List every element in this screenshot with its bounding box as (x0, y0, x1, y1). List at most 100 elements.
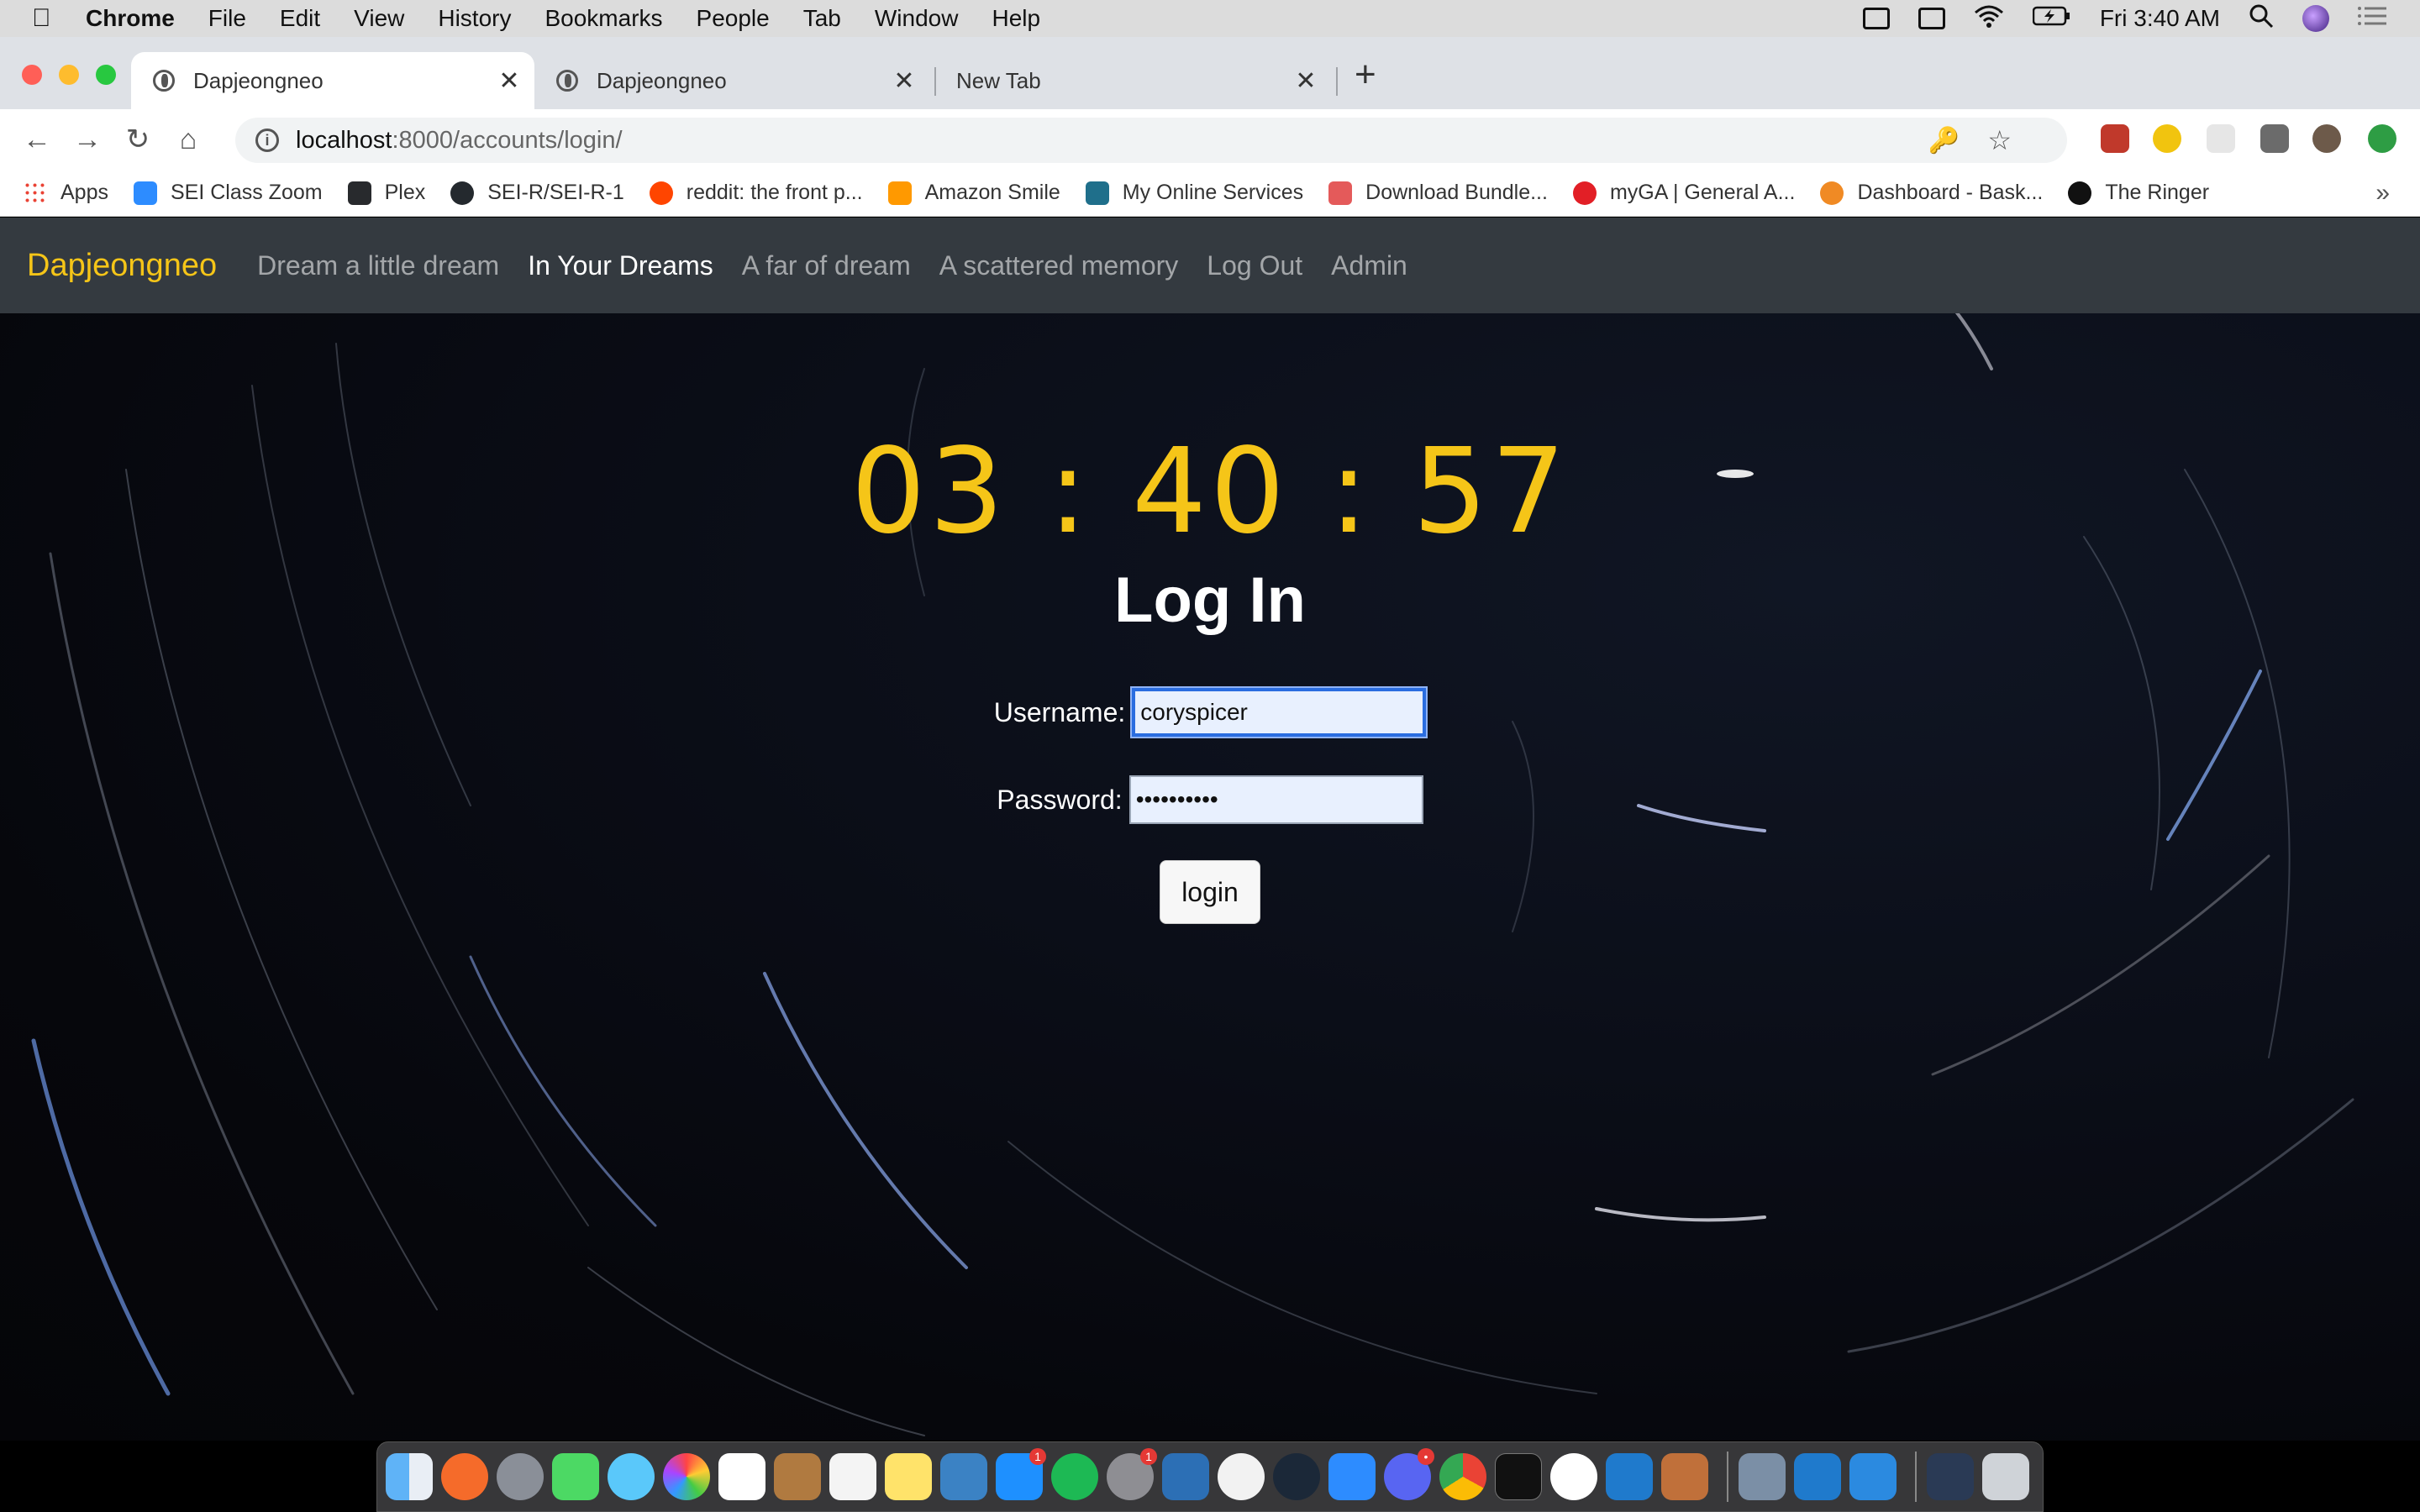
bookmark-label: Apps (60, 181, 108, 204)
firefox-icon[interactable] (441, 1453, 488, 1500)
bookmark-my-online-services[interactable]: My Online Services (1085, 181, 1303, 205)
slack-icon[interactable] (1550, 1453, 1597, 1500)
password-input[interactable] (1128, 775, 1423, 824)
bookmark-sei-r[interactable]: SEI-R/SEI-R-1 (450, 181, 624, 205)
close-tab-icon[interactable]: ✕ (887, 66, 921, 96)
calendar-icon[interactable] (718, 1453, 765, 1500)
extension-b-icon[interactable] (2101, 124, 2129, 153)
screen-icon[interactable] (1862, 8, 1890, 29)
extension-grid-icon[interactable] (2207, 124, 2235, 153)
photos-icon[interactable] (663, 1453, 710, 1500)
more-bookmarks-chevron-icon[interactable]: » (2375, 179, 2390, 207)
back-arrow-icon[interactable]: ← (12, 123, 62, 156)
extension-hand-icon[interactable] (2153, 124, 2181, 153)
menu-history[interactable]: History (438, 5, 511, 32)
bookmark-label: Plex (384, 181, 426, 204)
bookmark-dashboard[interactable]: Dashboard - Bask... (1820, 181, 2043, 205)
bookmark-star-icon[interactable]: ☆ (1987, 124, 2012, 156)
bookmark-label: myGA | General A... (1609, 181, 1796, 204)
spotify-icon[interactable] (1051, 1453, 1098, 1500)
forward-arrow-icon[interactable]: → (62, 123, 113, 156)
system-preferences-icon[interactable]: 1 (1107, 1448, 1157, 1500)
vscode-icon[interactable] (1606, 1453, 1653, 1500)
tab-divider (1336, 67, 1338, 96)
menu-help[interactable]: Help (992, 5, 1040, 32)
extensions-puzzle-icon[interactable] (2260, 124, 2289, 153)
new-tab-plus-icon[interactable]: + (1355, 54, 1376, 96)
display-icon[interactable] (1918, 8, 1945, 29)
close-tab-icon[interactable]: ✕ (1289, 66, 1323, 96)
nav-link-in-your-dreams[interactable]: In Your Dreams (528, 250, 713, 281)
menu-window[interactable]: Window (875, 5, 959, 32)
close-window-button[interactable] (22, 65, 42, 85)
battery-icon[interactable] (2032, 5, 2071, 32)
bookmark-sei-class-zoom[interactable]: SEI Class Zoom (133, 181, 323, 205)
game-app-icon[interactable] (1661, 1453, 1708, 1500)
steam-icon[interactable] (1273, 1453, 1320, 1500)
bookmark-amazon-smile[interactable]: Amazon Smile (887, 181, 1060, 205)
notification-center-icon[interactable] (2358, 4, 2386, 34)
zoom-app-icon[interactable] (1328, 1453, 1376, 1500)
tab-dapjeongneo[interactable]: Dapjeongneo ✕ (534, 52, 929, 109)
nav-link-log-out[interactable]: Log Out (1207, 250, 1302, 281)
bookmark-myga[interactable]: myGA | General A... (1572, 181, 1796, 205)
menu-file[interactable]: File (208, 5, 246, 32)
launchpad-icon[interactable] (497, 1453, 544, 1500)
reminders-icon[interactable] (829, 1453, 876, 1500)
macos-dock: 1 1 • (376, 1441, 2044, 1512)
home-icon[interactable]: ⌂ (163, 123, 213, 156)
nav-link-a-far-of-dream[interactable]: A far of dream (742, 250, 911, 281)
chrome-icon[interactable] (1439, 1453, 1486, 1500)
menu-people[interactable]: People (697, 5, 770, 32)
bookmark-reddit[interactable]: reddit: the front p... (649, 181, 863, 205)
vscode-window-icon[interactable] (1794, 1453, 1841, 1500)
menu-view[interactable]: View (354, 5, 404, 32)
siri-icon[interactable] (2302, 5, 2329, 32)
update-icon[interactable] (2368, 124, 2396, 153)
finder-icon[interactable] (386, 1453, 433, 1500)
tab-dapjeongneo-active[interactable]: Dapjeongneo ✕ (131, 52, 534, 109)
login-button[interactable]: login (1160, 860, 1260, 924)
terminal-icon[interactable] (1495, 1453, 1542, 1500)
discord-icon[interactable]: • (1384, 1448, 1434, 1500)
menu-tab[interactable]: Tab (803, 5, 841, 32)
facetime-icon[interactable] (552, 1453, 599, 1500)
app-store-icon[interactable]: 1 (996, 1448, 1046, 1500)
preview-docs-icon[interactable] (1739, 1453, 1786, 1500)
notes-icon[interactable] (885, 1453, 932, 1500)
messages-icon[interactable] (608, 1453, 655, 1500)
nav-link-admin[interactable]: Admin (1331, 250, 1407, 281)
menu-edit[interactable]: Edit (280, 5, 320, 32)
menubar-clock[interactable]: Fri 3:40 AM (2100, 5, 2220, 32)
site-info-icon[interactable]: i (255, 129, 279, 152)
key-icon[interactable]: 🔑 (1928, 126, 1960, 155)
apple-icon[interactable]:  (32, 4, 66, 33)
preview-icon[interactable] (1162, 1453, 1209, 1500)
zoom-window-button[interactable] (96, 65, 116, 85)
site-brand-link[interactable]: Dapjeongneo (27, 248, 217, 284)
minimize-window-button[interactable] (59, 65, 79, 85)
address-bar[interactable]: i localhost:8000/accounts/login/ 🔑 ☆ (235, 118, 2067, 163)
menu-bookmarks[interactable]: Bookmarks (544, 5, 662, 32)
menu-app-name[interactable]: Chrome (86, 5, 175, 32)
bookmark-apps[interactable]: Apps (24, 181, 108, 205)
spotlight-search-icon[interactable] (2249, 3, 2274, 34)
bookmark-the-ringer[interactable]: The Ringer (2068, 181, 2209, 205)
bookmark-plex[interactable]: Plex (347, 181, 426, 205)
numbers-icon[interactable] (940, 1453, 987, 1500)
contacts-icon[interactable] (774, 1453, 821, 1500)
notification-badge: 1 (1029, 1448, 1046, 1465)
nav-link-dream-a-little-dream[interactable]: Dream a little dream (257, 250, 499, 281)
wifi-icon[interactable] (1974, 4, 2004, 34)
vscode-window-2-icon[interactable] (1849, 1453, 1897, 1500)
bookmark-download-bundle[interactable]: Download Bundle... (1328, 181, 1548, 205)
trash-icon[interactable] (1982, 1453, 2029, 1500)
nav-link-a-scattered-memory[interactable]: A scattered memory (939, 250, 1179, 281)
tab-new-tab[interactable]: New Tab ✕ (936, 52, 1331, 109)
close-tab-icon[interactable]: ✕ (492, 66, 526, 96)
username-input[interactable] (1132, 688, 1427, 737)
reload-icon[interactable]: ↻ (113, 123, 163, 156)
downloads-folder-icon[interactable] (1927, 1453, 1974, 1500)
news-icon[interactable] (1218, 1453, 1265, 1500)
profile-avatar[interactable] (2312, 124, 2341, 153)
